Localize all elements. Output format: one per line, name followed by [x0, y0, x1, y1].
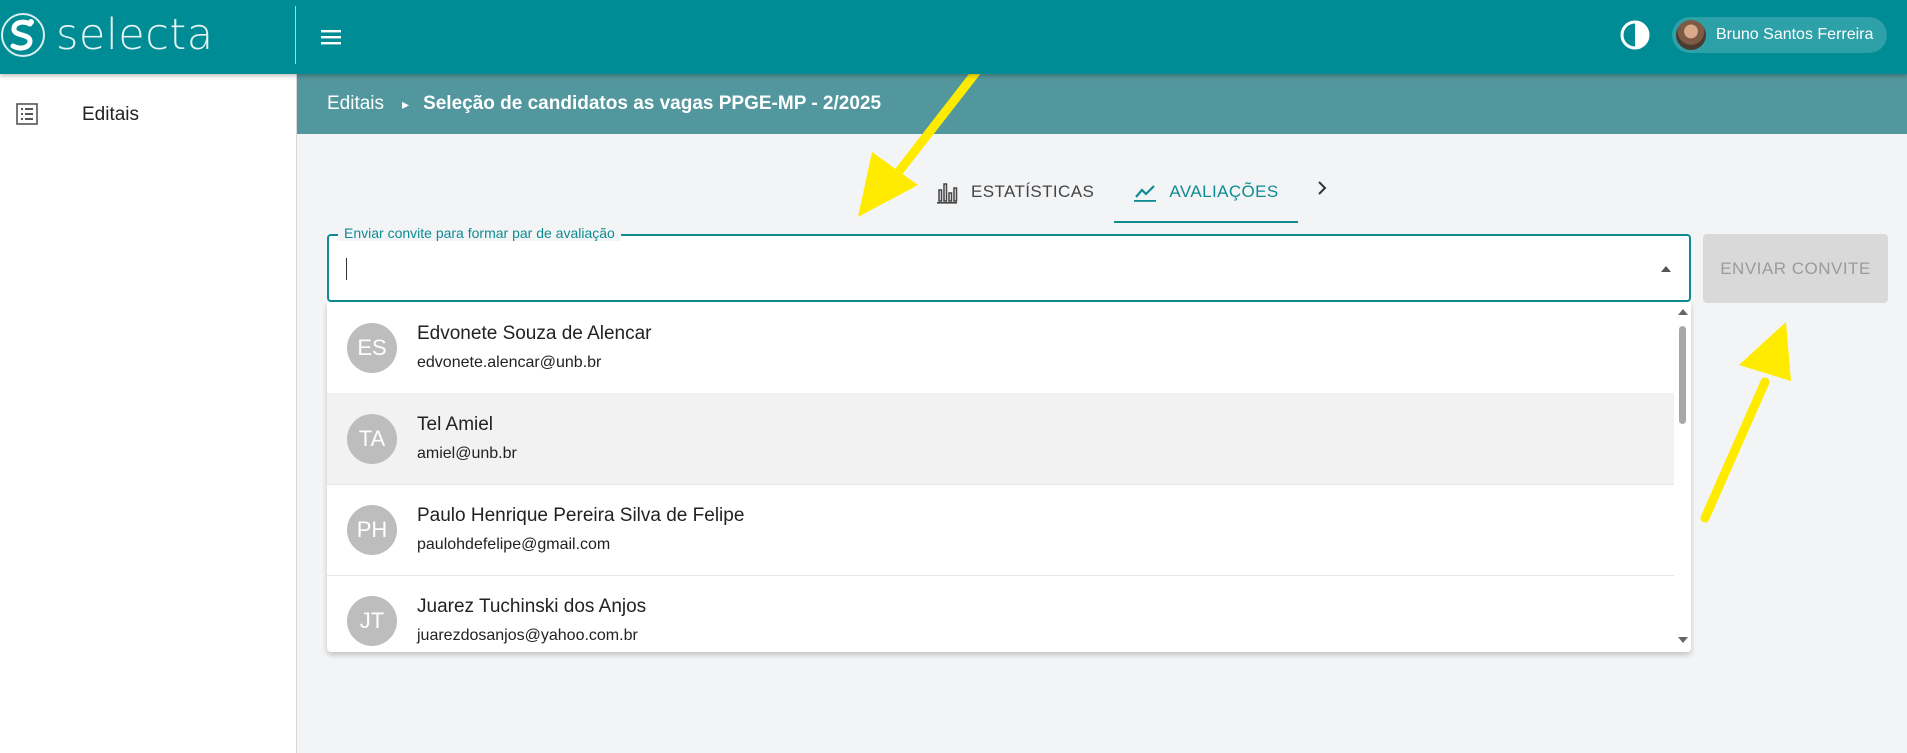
option-name: Paulo Henrique Pereira Silva de Felipe	[417, 505, 745, 526]
send-invite-button[interactable]: ENVIAR CONVITE	[1703, 234, 1888, 303]
tab-scroll-next-button[interactable]	[1308, 168, 1338, 208]
avatar: JT	[347, 596, 397, 646]
annotation-arrow-to-button	[1700, 322, 1791, 523]
option-email: paulohdefelipe@gmail.com	[417, 536, 611, 553]
menu-button[interactable]	[314, 20, 348, 54]
active-tab-indicator	[1114, 221, 1298, 223]
list-item[interactable]: ES Edvonete Souza de Alencar edvonete.al…	[327, 302, 1674, 394]
dropdown-scrollbar[interactable]	[1674, 302, 1691, 652]
user-menu-chip[interactable]: Bruno Santos Ferreira	[1672, 17, 1887, 53]
chevron-right-icon	[1318, 181, 1327, 195]
caret-up-icon[interactable]	[1659, 264, 1673, 274]
invite-input[interactable]	[345, 250, 1625, 286]
user-avatar	[1676, 20, 1706, 50]
breadcrumb-root-link[interactable]: Editais	[327, 93, 384, 115]
selecta-logo-icon	[1, 13, 45, 57]
option-email: juarezdosanjos@yahoo.com.br	[417, 627, 638, 644]
option-email: amiel@unb.br	[417, 445, 517, 462]
list-item[interactable]: JT Juarez Tuchinski dos Anjos juarezdosa…	[327, 575, 1674, 652]
text-caret	[346, 258, 347, 280]
app-bar: selecta Bruno Santos Ferreira	[0, 0, 1907, 74]
invite-autocomplete-field[interactable]	[327, 234, 1691, 302]
option-name: Juarez Tuchinski dos Anjos	[417, 596, 647, 617]
tab-label: AVALIAÇÕES	[1169, 182, 1279, 201]
selecta-logo[interactable]: selecta	[0, 4, 214, 66]
breadcrumb-current: Seleção de candidatos as vagas PPGE-MP -…	[423, 93, 882, 114]
logo-text: selecta	[56, 10, 214, 60]
theme-toggle-button[interactable]	[1616, 16, 1654, 54]
user-name: Bruno Santos Ferreira	[1716, 26, 1874, 43]
list-icon	[16, 103, 38, 125]
invite-field-label: Enviar convite para formar par de avalia…	[338, 225, 621, 241]
hamburger-menu-icon	[321, 30, 341, 45]
appbar-divider	[295, 6, 296, 64]
sidebar-item-label: Editais	[82, 104, 140, 125]
invite-options-dropdown: ES Edvonete Souza de Alencar edvonete.al…	[327, 302, 1691, 652]
list-item[interactable]: TA Tel Amiel amiel@unb.br	[327, 393, 1674, 485]
breadcrumb: Editais ▸ Seleção de candidatos as vagas…	[297, 74, 1907, 134]
avatar: TA	[347, 414, 397, 464]
bar-chart-icon	[935, 180, 959, 204]
tab-avaliacoes[interactable]: AVALIAÇÕES	[1114, 160, 1298, 224]
option-email: edvonete.alencar@unb.br	[417, 354, 602, 371]
avatar: ES	[347, 323, 397, 373]
scroll-down-arrow-icon[interactable]	[1678, 636, 1688, 644]
scrollbar-thumb[interactable]	[1679, 326, 1686, 424]
avatar: PH	[347, 505, 397, 555]
tab-label: ESTATÍSTICAS	[971, 182, 1095, 201]
list-item[interactable]: PH Paulo Henrique Pereira Silva de Felip…	[327, 484, 1674, 576]
sidebar-item-editais[interactable]: Editais	[0, 90, 296, 138]
tab-estatisticas[interactable]: ESTATÍSTICAS	[935, 160, 1105, 224]
option-name: Edvonete Souza de Alencar	[417, 323, 652, 344]
option-name: Tel Amiel	[417, 414, 494, 435]
scroll-up-arrow-icon[interactable]	[1678, 308, 1688, 316]
chevron-right-icon: ▸	[402, 95, 410, 112]
trending-icon	[1133, 180, 1157, 204]
contrast-icon	[1620, 20, 1650, 50]
sidebar: Editais	[0, 74, 297, 753]
